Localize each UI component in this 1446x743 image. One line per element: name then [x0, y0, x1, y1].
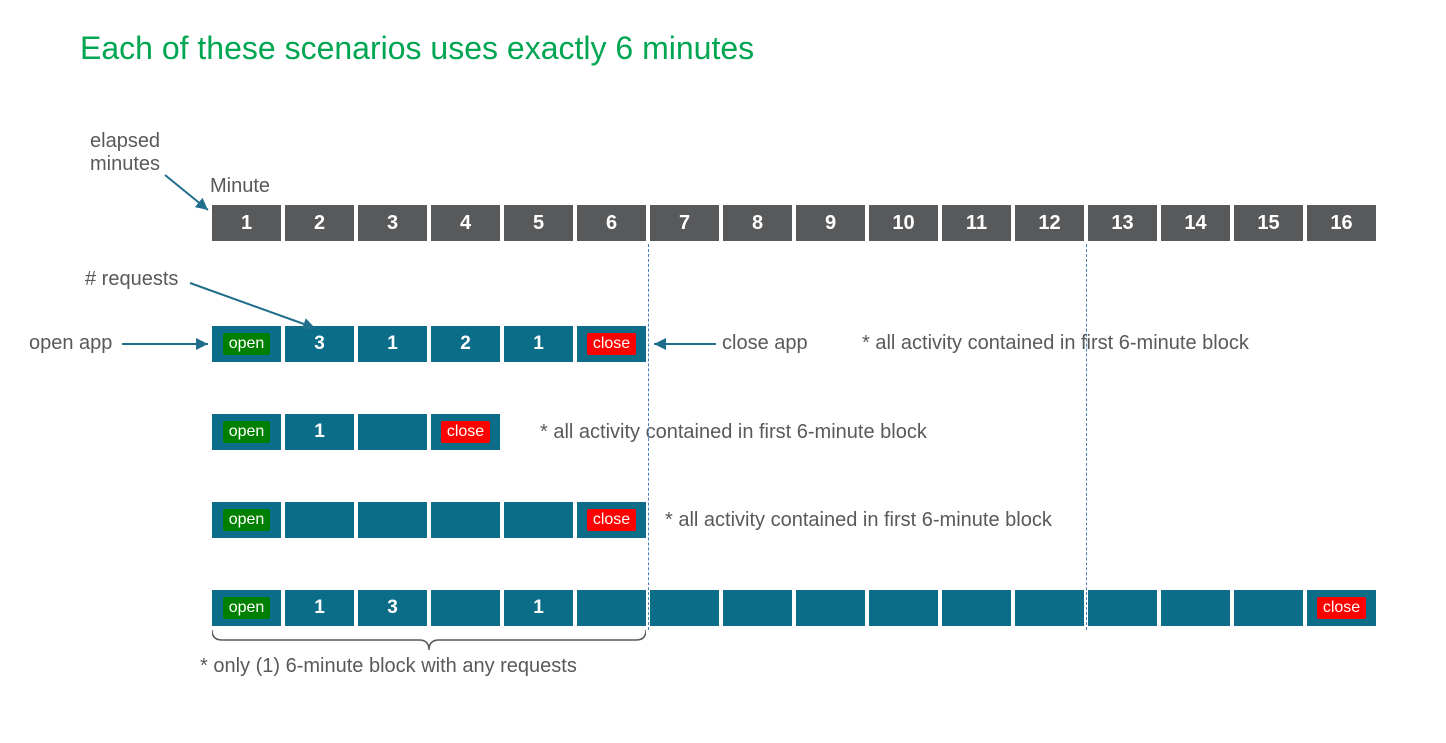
minute-header-cell: 1: [212, 205, 281, 241]
elapsed-minutes-label: elapsed minutes: [90, 130, 160, 176]
scenario-3-note: * all activity contained in first 6-minu…: [665, 509, 1052, 532]
open-badge: open: [223, 421, 271, 443]
scenario-cell: open: [212, 414, 281, 450]
scenario-cell: [504, 502, 573, 538]
open-badge: open: [223, 509, 271, 531]
minute-header-cell: 6: [577, 205, 646, 241]
scenario-cell: close: [431, 414, 500, 450]
scenario-cell: 1: [504, 326, 573, 362]
scenario-cell: close: [577, 326, 646, 362]
scenario-cell: [577, 590, 646, 626]
scenario-cell: 1: [504, 590, 573, 626]
close-badge: close: [587, 333, 636, 355]
scenario-cell: [650, 590, 719, 626]
scenario-cell: 3: [358, 590, 427, 626]
scenario-cell: [1234, 590, 1303, 626]
scenario-row-2: open 1 close: [212, 414, 500, 450]
num-requests-label: # requests: [85, 268, 178, 291]
scenario-cell: [285, 502, 354, 538]
scenario-cell: open: [212, 502, 281, 538]
scenario-cell: close: [1307, 590, 1376, 626]
close-badge: close: [1317, 597, 1366, 619]
scenario-cell: [431, 502, 500, 538]
scenario-cell: [358, 414, 427, 450]
minute-header-cell: 13: [1088, 205, 1157, 241]
scenario-cell: open: [212, 590, 281, 626]
minute-header-cell: 15: [1234, 205, 1303, 241]
minute-header-cell: 12: [1015, 205, 1084, 241]
scenario-cell: [942, 590, 1011, 626]
scenario-cell: [1088, 590, 1157, 626]
minute-header-cell: 5: [504, 205, 573, 241]
brace-first-block: [212, 630, 646, 650]
scenario-row-4: open131close: [212, 590, 1376, 626]
minute-header-cell: 7: [650, 205, 719, 241]
scenario-cell: 1: [285, 414, 354, 450]
scenario-cell: [796, 590, 865, 626]
minute-header-cell: 4: [431, 205, 500, 241]
separator-minute-12: [1086, 244, 1087, 630]
close-app-label: close app: [722, 332, 808, 355]
scenario-cell: [869, 590, 938, 626]
arrow-open-app: [120, 336, 215, 356]
minute-header-cell: 11: [942, 205, 1011, 241]
scenario-cell: [723, 590, 792, 626]
scenario-cell: [431, 590, 500, 626]
scenario-cell: [1161, 590, 1230, 626]
minute-header-cell: 10: [869, 205, 938, 241]
scenario-1-note: * all activity contained in first 6-minu…: [862, 332, 1249, 355]
close-badge: close: [441, 421, 490, 443]
open-app-label: open app: [29, 332, 112, 355]
minute-header-cell: 2: [285, 205, 354, 241]
scenario-cell: [1015, 590, 1084, 626]
minute-header-cell: 8: [723, 205, 792, 241]
arrow-num-requests: [185, 278, 325, 338]
minute-header-row: 12345678910111213141516: [212, 205, 1376, 241]
arrow-close-app: [648, 336, 720, 356]
minute-header-cell: 3: [358, 205, 427, 241]
scenario-2-note: * all activity contained in first 6-minu…: [540, 421, 927, 444]
minute-header-cell: 14: [1161, 205, 1230, 241]
minute-header-cell: 9: [796, 205, 865, 241]
slide-title: Each of these scenarios uses exactly 6 m…: [80, 30, 754, 67]
minute-header-cell: 16: [1307, 205, 1376, 241]
scenario-cell: 2: [431, 326, 500, 362]
open-badge: open: [223, 597, 271, 619]
scenario-row-3: open close: [212, 502, 646, 538]
scenario-cell: 1: [358, 326, 427, 362]
scenario-cell: [358, 502, 427, 538]
separator-minute-6: [648, 244, 649, 630]
arrow-elapsed-minutes: [160, 170, 220, 220]
close-badge: close: [587, 509, 636, 531]
scenario-cell: 1: [285, 590, 354, 626]
scenario-4-note: * only (1) 6-minute block with any reque…: [200, 655, 577, 678]
scenario-cell: close: [577, 502, 646, 538]
